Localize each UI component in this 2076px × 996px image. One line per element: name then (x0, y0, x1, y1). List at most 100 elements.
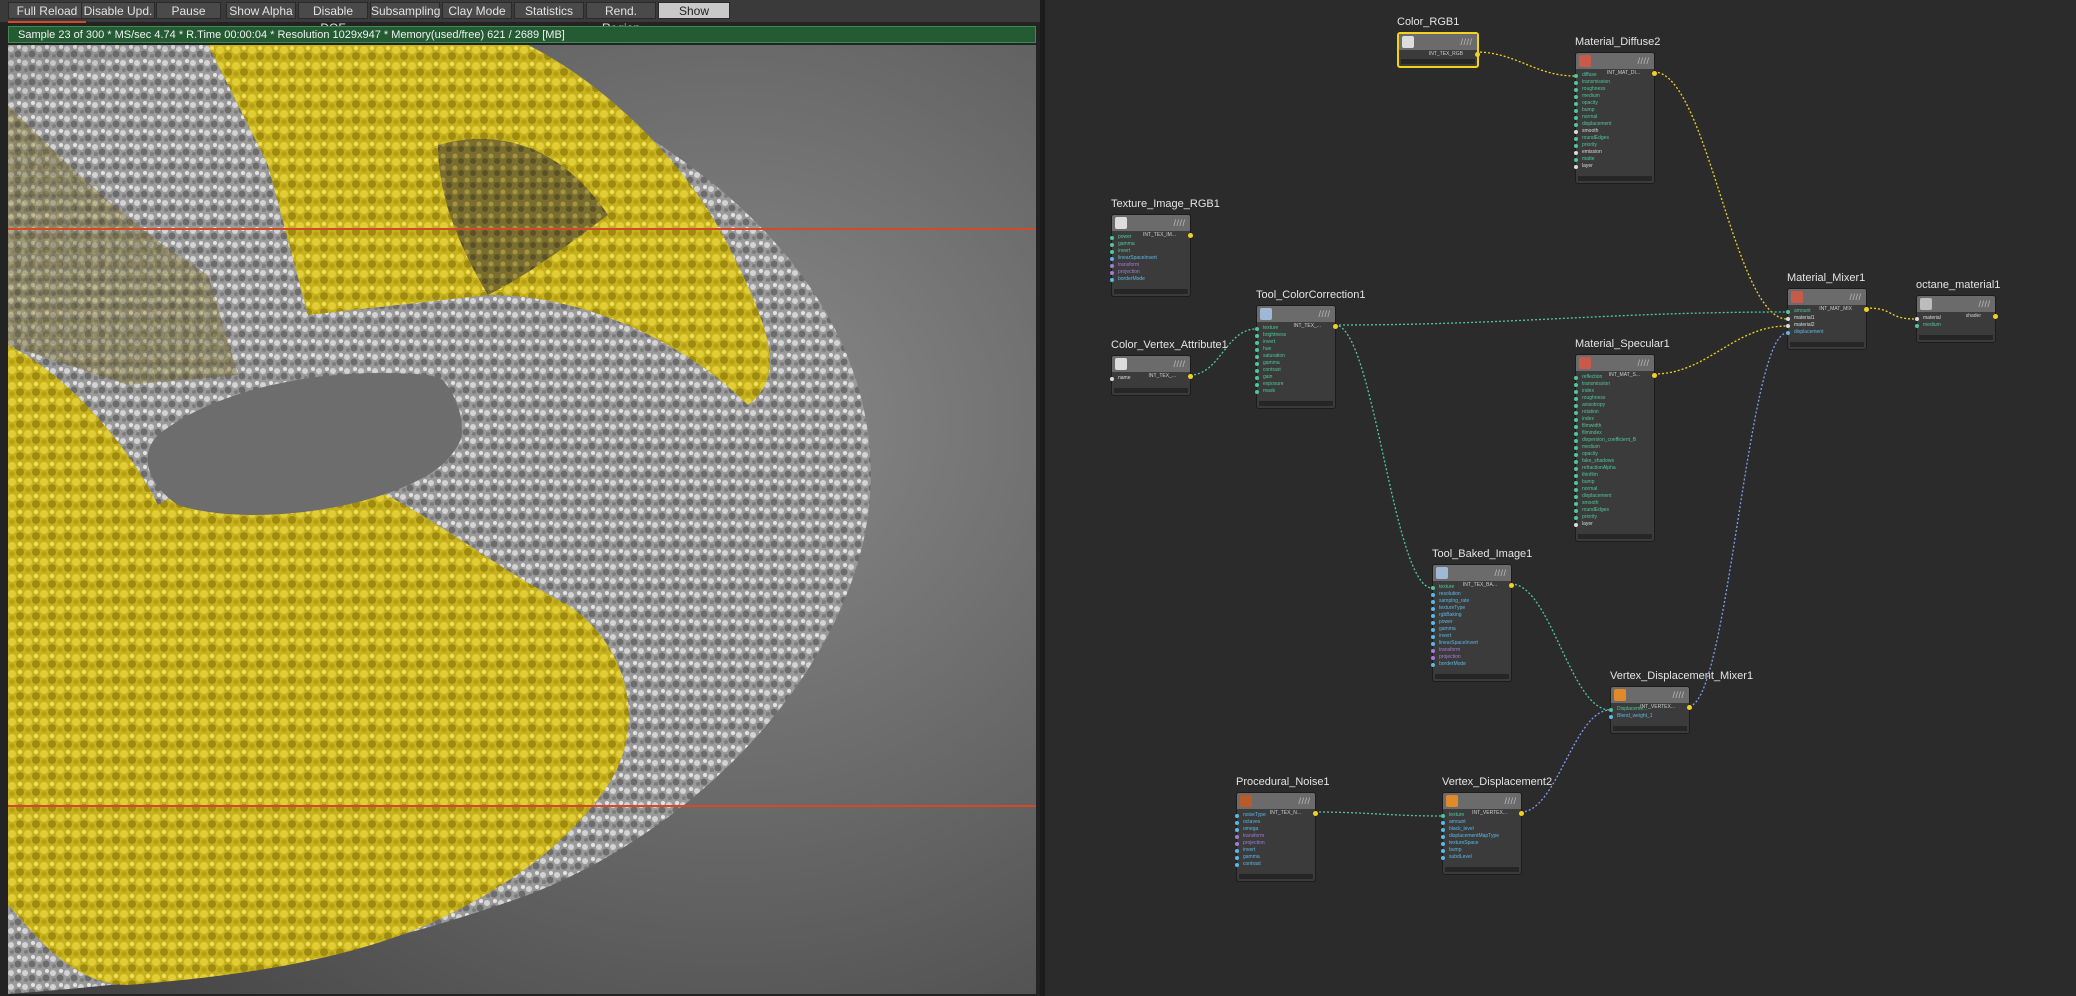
port-dot-icon[interactable] (1574, 474, 1578, 478)
output-port[interactable] (1475, 52, 1480, 57)
node-body[interactable]: / / / / INT_MAT_S... reflection transmissio… (1574, 354, 1657, 542)
port-dot-icon[interactable] (1110, 264, 1114, 268)
node-graph-editor[interactable]: Color_RGB1/ / / / INT_TEX_RGB Material_Dif… (1045, 0, 2076, 996)
port-dot-icon[interactable] (1431, 649, 1435, 653)
port-dot-icon[interactable] (1574, 523, 1578, 527)
port-dot-icon[interactable] (1441, 821, 1445, 825)
link-material-mixer1-to-octane-material1[interactable] (1865, 307, 1917, 320)
port-dot-icon[interactable] (1786, 317, 1790, 321)
port-dot-icon[interactable] (1915, 324, 1919, 328)
port-dot-icon[interactable] (1574, 151, 1578, 155)
port-dot-icon[interactable] (1441, 835, 1445, 839)
link-material-diffuse2-to-material-mixer1[interactable] (1653, 71, 1788, 320)
port-dot-icon[interactable] (1441, 849, 1445, 853)
node-body[interactable]: / / / / INT_TEX_N... noiseType octaves omega… (1235, 792, 1318, 882)
port-dot-icon[interactable] (1574, 109, 1578, 113)
port-dot-icon[interactable] (1110, 250, 1114, 254)
port-dot-icon[interactable] (1235, 814, 1239, 818)
port-dot-icon[interactable] (1110, 236, 1114, 240)
port-dot-icon[interactable] (1431, 593, 1435, 597)
port-dot-icon[interactable] (1255, 369, 1259, 373)
port-dot-icon[interactable] (1574, 516, 1578, 520)
input-port[interactable]: mask (1255, 388, 1335, 396)
input-port[interactable]: contrast (1235, 861, 1315, 869)
input-port[interactable]: subdLevel (1441, 854, 1521, 862)
port-dot-icon[interactable] (1235, 849, 1239, 853)
port-dot-icon[interactable] (1574, 376, 1578, 380)
port-dot-icon[interactable] (1574, 495, 1578, 499)
port-dot-icon[interactable] (1235, 842, 1239, 846)
port-dot-icon[interactable] (1255, 327, 1259, 331)
statistics-button[interactable]: Statistics (514, 2, 584, 19)
node-body[interactable]: / / / / INT_TEX_... texture brightness inver… (1255, 305, 1338, 409)
port-dot-icon[interactable] (1574, 460, 1578, 464)
port-dot-icon[interactable] (1441, 842, 1445, 846)
port-dot-icon[interactable] (1255, 383, 1259, 387)
port-dot-icon[interactable] (1609, 708, 1613, 712)
port-dot-icon[interactable] (1431, 600, 1435, 604)
port-dot-icon[interactable] (1574, 467, 1578, 471)
port-dot-icon[interactable] (1574, 137, 1578, 141)
port-dot-icon[interactable] (1574, 397, 1578, 401)
port-dot-icon[interactable] (1574, 102, 1578, 106)
port-dot-icon[interactable] (1574, 418, 1578, 422)
port-dot-icon[interactable] (1110, 243, 1114, 247)
port-dot-icon[interactable] (1255, 362, 1259, 366)
node-body[interactable]: / / / / INT_VERTEX... Displaceme... Blend_w… (1609, 686, 1692, 734)
port-dot-icon[interactable] (1574, 81, 1578, 85)
port-dot-icon[interactable] (1786, 331, 1790, 335)
port-dot-icon[interactable] (1574, 383, 1578, 387)
port-dot-icon[interactable] (1574, 432, 1578, 436)
port-dot-icon[interactable] (1110, 257, 1114, 261)
show-alpha-button[interactable]: Show Alpha (226, 2, 296, 19)
port-dot-icon[interactable] (1574, 123, 1578, 127)
port-dot-icon[interactable] (1574, 130, 1578, 134)
port-dot-icon[interactable] (1235, 821, 1239, 825)
port-dot-icon[interactable] (1574, 95, 1578, 99)
port-dot-icon[interactable] (1609, 715, 1613, 719)
port-dot-icon[interactable] (1786, 310, 1790, 314)
input-port[interactable]: displacement (1786, 329, 1866, 337)
node-body[interactable]: / / / / INT_TEX_BA... texture resolution sam… (1431, 564, 1514, 682)
port-dot-icon[interactable] (1235, 828, 1239, 832)
port-dot-icon[interactable] (1255, 348, 1259, 352)
port-dot-icon[interactable] (1255, 376, 1259, 380)
port-dot-icon[interactable] (1574, 425, 1578, 429)
port-dot-icon[interactable] (1574, 74, 1578, 78)
port-dot-icon[interactable] (1915, 317, 1919, 321)
node-body[interactable]: / / / / INT_TEX_IM... power gamma invert line… (1110, 214, 1193, 297)
link-color-rgb1-to-material-diffuse2[interactable] (1475, 51, 1576, 77)
port-dot-icon[interactable] (1431, 656, 1435, 660)
port-dot-icon[interactable] (1431, 663, 1435, 667)
port-dot-icon[interactable] (1431, 607, 1435, 611)
port-dot-icon[interactable] (1431, 635, 1435, 639)
port-dot-icon[interactable] (1110, 377, 1114, 381)
port-dot-icon[interactable] (1431, 628, 1435, 632)
port-dot-icon[interactable] (1574, 509, 1578, 513)
subsampling-button[interactable]: Subsampling (370, 2, 440, 19)
port-dot-icon[interactable] (1255, 355, 1259, 359)
node-body[interactable]: / / / / INT_MAT_DI... diffuse transmission r… (1574, 52, 1657, 184)
input-port[interactable]: layer (1574, 163, 1654, 171)
disable-updates-button[interactable]: Disable Upd. (81, 2, 155, 19)
port-dot-icon[interactable] (1786, 324, 1790, 328)
port-dot-icon[interactable] (1235, 835, 1239, 839)
pause-button[interactable]: Pause (156, 2, 221, 19)
port-dot-icon[interactable] (1574, 158, 1578, 162)
port-dot-icon[interactable] (1574, 411, 1578, 415)
port-dot-icon[interactable] (1431, 586, 1435, 590)
link-tool-colorcorrection1-to-material-mixer1[interactable] (1334, 311, 1788, 326)
link-color-vertex-attribute1-to-tool-colorcorrection1[interactable] (1189, 328, 1257, 376)
node-body[interactable]: / / / / INT_MAT_MIX amount material1 materia… (1786, 288, 1869, 350)
port-dot-icon[interactable] (1574, 165, 1578, 169)
input-port[interactable]: Blend_weight_1 (1609, 713, 1689, 721)
link-tool-baked-image1-to-vertex-displacement-mixer1[interactable] (1510, 583, 1611, 711)
port-dot-icon[interactable] (1110, 271, 1114, 275)
port-dot-icon[interactable] (1255, 390, 1259, 394)
link-vertex-displacement2-to-vertex-displacement-mixer1[interactable] (1520, 709, 1611, 813)
port-dot-icon[interactable] (1431, 642, 1435, 646)
input-port[interactable]: name (1110, 375, 1190, 383)
port-dot-icon[interactable] (1574, 390, 1578, 394)
link-procedural-noise1-to-vertex-displacement2[interactable] (1314, 811, 1443, 817)
port-dot-icon[interactable] (1574, 446, 1578, 450)
